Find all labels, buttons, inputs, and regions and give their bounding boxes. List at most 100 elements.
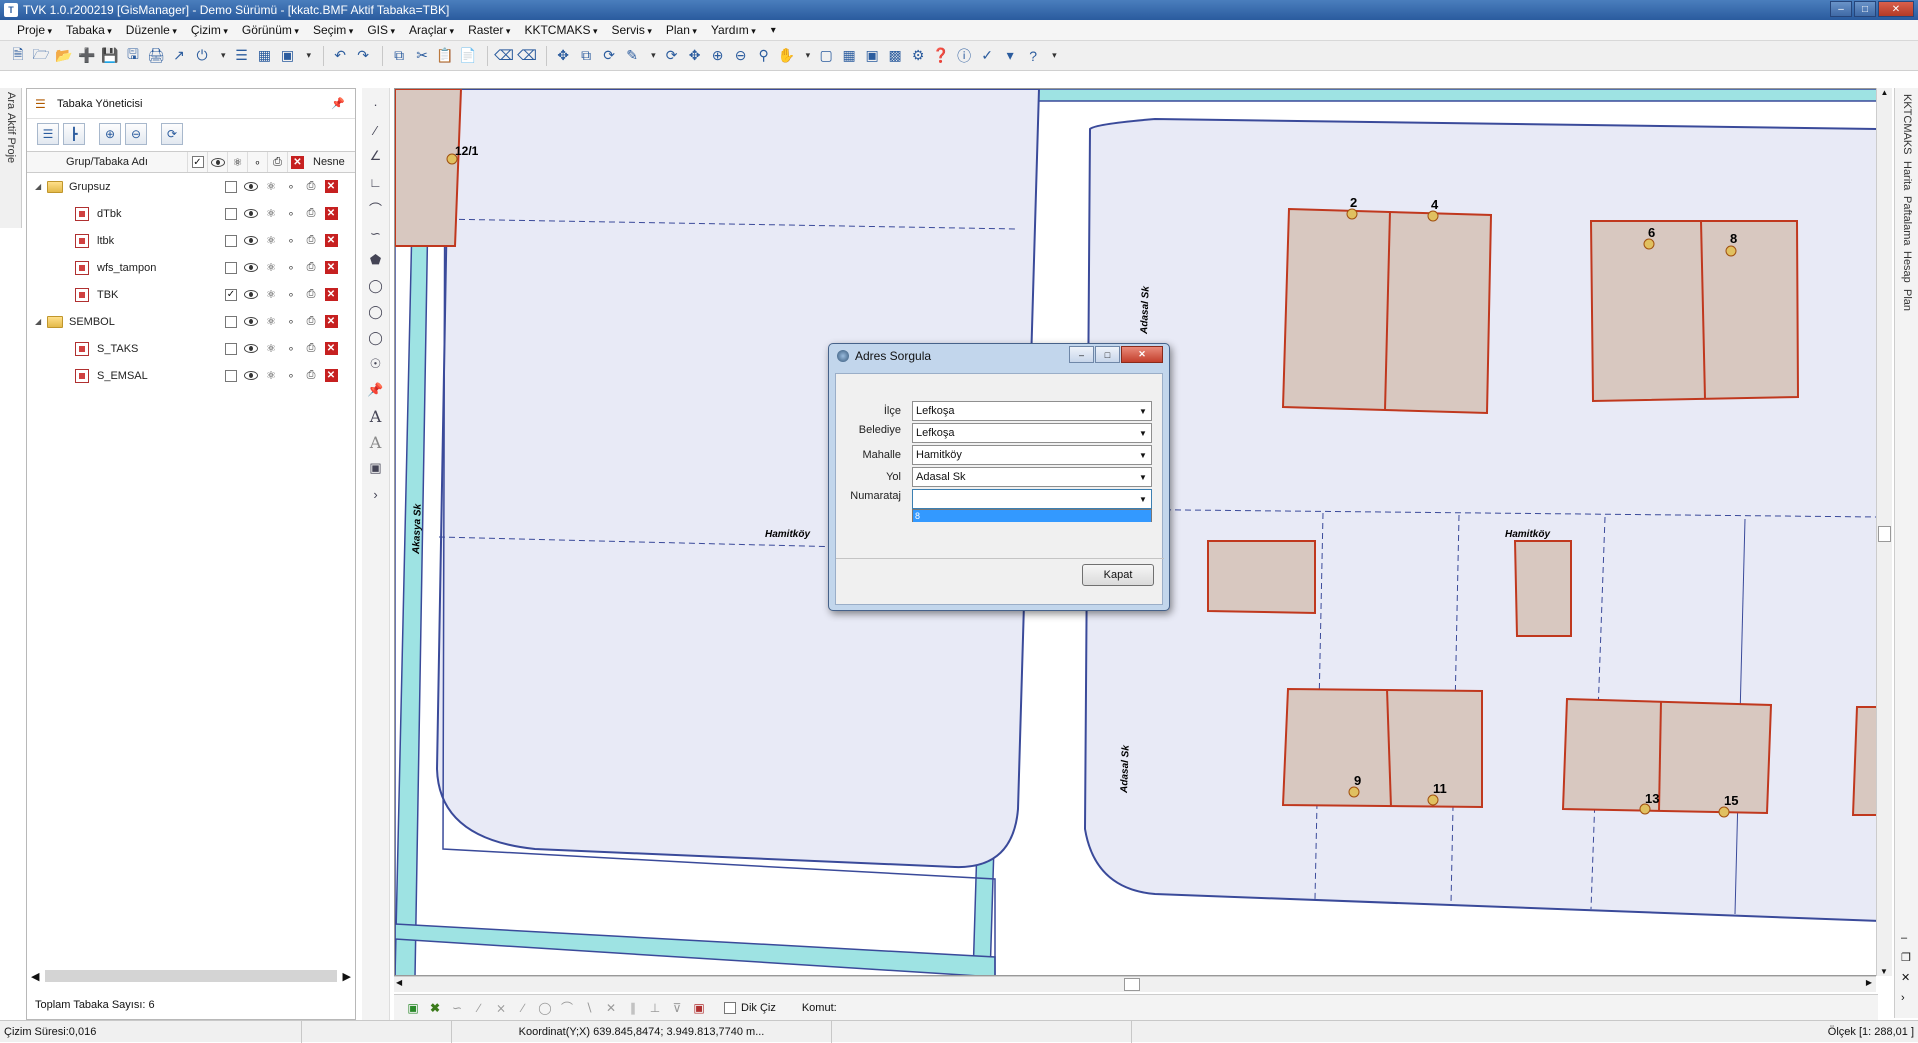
tab-aktif-proje[interactable]: Aktif Proje <box>5 113 17 163</box>
toolbar-dropdown-icon[interactable]: ▾ <box>806 50 811 61</box>
menu-gorunum[interactable]: Görünüm <box>235 23 306 37</box>
eraser-all-icon[interactable]: ⌫ <box>517 46 537 66</box>
spellcheck-icon[interactable]: ✓ <box>977 46 997 66</box>
snap-icon[interactable]: ∘ <box>282 313 300 331</box>
visibility-icon[interactable] <box>244 317 258 326</box>
print-icon[interactable]: ⎙ <box>302 313 320 331</box>
chevron-down-icon[interactable]: ▼ <box>1135 402 1151 420</box>
visibility-icon[interactable] <box>244 263 258 272</box>
menu-kktcmaks[interactable]: KKTCMAKS <box>517 23 604 37</box>
print-icon[interactable]: 🖨 <box>146 46 166 66</box>
column-active-checkbox[interactable]: ✓ <box>187 152 207 172</box>
delete-icon[interactable]: ✕ <box>324 261 338 274</box>
scroll-left-icon[interactable]: ◀ <box>31 970 39 983</box>
layer-row-s-emsal[interactable]: S_EMSAL ⚛ ∘ ⎙ ✕ <box>27 362 355 389</box>
power-icon[interactable]: ⏻ <box>192 46 212 66</box>
panel-close-icon[interactable]: ✕ <box>1901 968 1911 988</box>
menu-secim[interactable]: Seçim <box>306 23 360 37</box>
snap-circle-icon[interactable]: ◯ <box>534 998 556 1018</box>
tab-paftalama[interactable]: Paftalama <box>1901 196 1913 246</box>
select-cross-icon[interactable]: ▦ <box>839 46 859 66</box>
save-as-icon[interactable]: 🖫 <box>123 46 143 66</box>
snap-icon[interactable]: ∘ <box>282 286 300 304</box>
menu-tabaka[interactable]: Tabaka <box>59 23 119 37</box>
cancel-icon[interactable]: ✖ <box>424 998 446 1018</box>
active-checkbox[interactable] <box>225 369 237 382</box>
ortho-checkbox[interactable] <box>724 1001 736 1014</box>
snap-icon[interactable]: ∘ <box>282 340 300 358</box>
menu-yardim[interactable]: Yardım <box>704 23 763 37</box>
info-icon[interactable]: ⓘ <box>954 46 974 66</box>
line-tool-icon[interactable]: ∕ <box>366 120 386 140</box>
scroll-down-icon[interactable]: ▼ <box>1877 967 1891 976</box>
snap-parallel-icon[interactable]: ∥ <box>622 998 644 1018</box>
snap-arc-icon[interactable]: ⌒ <box>556 998 578 1018</box>
active-checkbox[interactable] <box>225 261 237 274</box>
lock-icon[interactable]: ⚛ <box>262 178 280 196</box>
pin-tool-icon[interactable]: 📌 <box>366 380 386 400</box>
delete-icon[interactable]: ✕ <box>324 369 338 382</box>
active-checkbox[interactable] <box>225 315 237 328</box>
print-icon[interactable]: ⎙ <box>302 367 320 385</box>
accept-icon[interactable]: ▣ <box>402 998 424 1018</box>
visibility-icon[interactable] <box>244 371 258 380</box>
lock-icon[interactable]: ⚛ <box>262 259 280 277</box>
layers-icon[interactable]: ☰ <box>232 46 252 66</box>
dropdown-option[interactable]: 8 <box>913 510 1151 522</box>
tab-harita[interactable]: Harita <box>1901 161 1913 190</box>
rotate-icon[interactable]: ⟳ <box>599 46 619 66</box>
paste-icon[interactable]: 📋 <box>435 46 455 66</box>
undo-icon[interactable]: ↶ <box>330 46 350 66</box>
snap-line-icon[interactable]: ∽ <box>446 998 468 1018</box>
toolbar-dropdown-icon[interactable]: ▾ <box>651 50 656 61</box>
lock-icon[interactable]: ⚛ <box>262 232 280 250</box>
close-window-button[interactable]: ✕ <box>1878 1 1914 17</box>
map-vertical-scrollbar[interactable]: ▲ ▼ <box>1876 88 1892 976</box>
circle-tool-icon[interactable]: ◯ <box>366 276 386 296</box>
new-file-icon[interactable]: 🗎 <box>8 46 28 66</box>
help-context-icon[interactable]: ? <box>1023 46 1043 66</box>
delete-icon[interactable]: ✕ <box>324 180 338 193</box>
menu-cizim[interactable]: Çizim <box>184 23 235 37</box>
scroll-up-icon[interactable]: ▲ <box>1877 88 1892 97</box>
redo-icon[interactable]: ↷ <box>353 46 373 66</box>
scroll-right-icon[interactable]: ▶ <box>343 970 351 983</box>
dialog-close-button[interactable]: ✕ <box>1121 346 1163 363</box>
maximize-button[interactable]: □ <box>1854 1 1876 17</box>
snap-tangent-icon[interactable]: ⊽ <box>666 998 688 1018</box>
scroll-left-icon[interactable]: ◀ <box>396 978 402 987</box>
open-recent-icon[interactable]: 📂 <box>54 46 74 66</box>
chevron-down-icon[interactable]: ▼ <box>1135 468 1151 486</box>
pan-icon[interactable]: ✥ <box>685 46 705 66</box>
menu-araclar[interactable]: Araçlar <box>402 23 461 37</box>
curve-tool-icon[interactable]: ∽ <box>366 224 386 244</box>
chevron-down-icon[interactable]: ▼ <box>1135 490 1151 508</box>
select-filter-icon[interactable]: ▩ <box>885 46 905 66</box>
refresh-icon[interactable]: ⟳ <box>662 46 682 66</box>
zoom-in-icon[interactable]: ⊕ <box>708 46 728 66</box>
delete-icon[interactable]: ✕ <box>324 207 338 220</box>
layer-row-dtbk[interactable]: dTbk ⚛ ∘ ⎙ ✕ <box>27 200 355 227</box>
ilce-select[interactable]: Lefkoşa ▼ <box>912 401 1152 421</box>
dialog-minimize-button[interactable]: – <box>1069 346 1094 363</box>
lock-icon[interactable]: ⚛ <box>262 286 280 304</box>
close-button[interactable]: Kapat <box>1082 564 1154 586</box>
open-folder-icon[interactable]: 🗁 <box>31 46 51 66</box>
layer-row-s-taks[interactable]: S_TAKS ⚛ ∘ ⎙ ✕ <box>27 335 355 362</box>
visibility-icon[interactable] <box>244 290 258 299</box>
active-checkbox[interactable] <box>225 207 237 220</box>
menu-proje[interactable]: Proje <box>10 23 59 37</box>
panel-minimize-icon[interactable]: – <box>1901 928 1911 948</box>
paste-special-icon[interactable]: 📄 <box>458 46 478 66</box>
collapse-icon[interactable]: ◢ <box>35 317 47 326</box>
snap-mid-icon[interactable]: ∕ <box>512 998 534 1018</box>
save-icon[interactable]: 💾 <box>100 46 120 66</box>
dialog-maximize-button[interactable]: □ <box>1095 346 1120 363</box>
copy-move-icon[interactable]: ⧉ <box>576 46 596 66</box>
tab-plan[interactable]: Plan <box>1901 289 1913 311</box>
chevron-down-icon[interactable]: ▼ <box>1135 446 1151 464</box>
snap-end-icon[interactable]: ∖ <box>578 998 600 1018</box>
eraser-icon[interactable]: ⌫ <box>494 46 514 66</box>
text-tool-icon[interactable]: A <box>366 406 386 426</box>
layer-panel-hscrollbar[interactable]: ◀ ▶ <box>31 969 351 983</box>
